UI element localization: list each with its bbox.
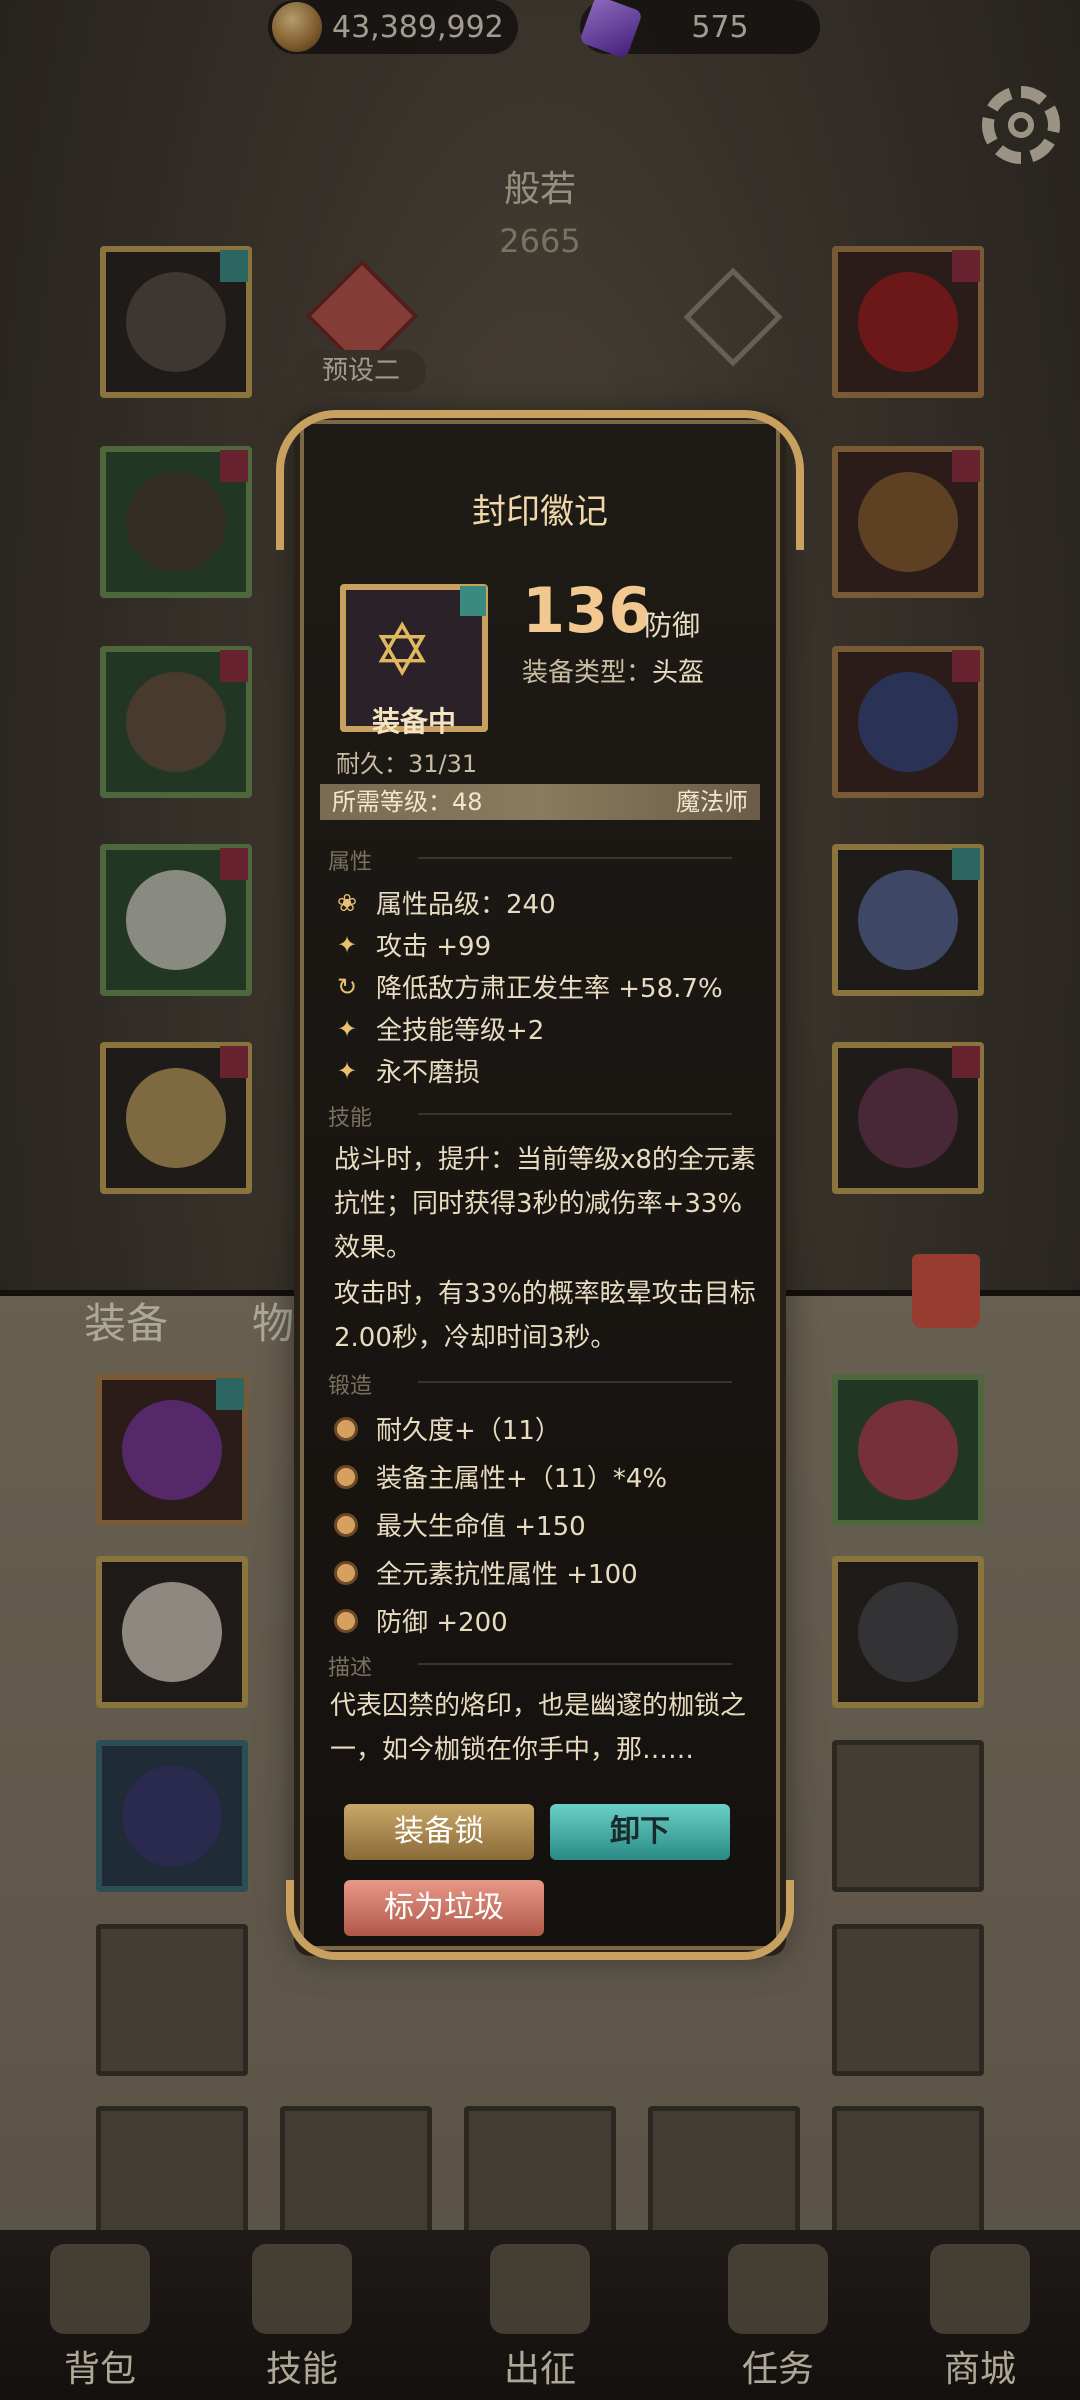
item-title: 封印徽记 [472, 492, 608, 532]
item-main-value-unit: 防御 [644, 609, 701, 642]
bullet-icon [334, 1560, 358, 1585]
required-class: 魔法师 [676, 788, 748, 816]
forge-row: 装备主属性+（11）*4% [334, 1458, 667, 1495]
sparkle-icon: ✦ [336, 1056, 358, 1085]
item-detail-popup: 封印徽记 ✡ 装备中 136 防御 装备类型：头盔 耐久：31/31 所需等级：… [300, 420, 780, 1950]
section-skills: 技能 [328, 1100, 752, 1131]
forge-row: 全元素抗性属性 +100 [334, 1554, 638, 1591]
attribute-row: ✦ 全技能等级+2 [334, 1010, 544, 1047]
skill-description-2: 攻击时，有33%的概率眩晕攻击目标2.00秒，冷却时间3秒。 [334, 1279, 756, 1353]
attribute-row: ✦ 攻击 +99 [334, 926, 491, 963]
bullet-icon [334, 1416, 358, 1441]
hexagram-icon: ✡ [372, 608, 433, 692]
unequip-button[interactable]: 卸下 [550, 1804, 730, 1860]
forge-row: 耐久度+（11） [334, 1410, 561, 1447]
attribute-row: ✦ 永不磨损 [334, 1052, 480, 1089]
item-main-value: 136 [522, 574, 652, 647]
section-description: 描述 [328, 1650, 752, 1681]
sparkle-icon: ✦ [336, 930, 358, 959]
level-badge [460, 586, 486, 616]
item-lore: 代表囚禁的烙印，也是幽邃的枷锁之一，如今枷锁在你手中，那…… [330, 1691, 747, 1765]
lotus-icon: ❀ [336, 888, 358, 917]
section-attributes: 属性 [328, 844, 752, 875]
requirement-bar: 所需等级：48 魔法师 [320, 784, 760, 820]
item-type: 装备类型：头盔 [522, 658, 705, 688]
section-forging: 锻造 [328, 1368, 752, 1399]
forge-row: 防御 +200 [334, 1602, 508, 1639]
bullet-icon [334, 1608, 358, 1633]
attribute-row: ❀ 属性品级：240 [334, 884, 556, 921]
attribute-row: ↻ 降低敌方肃正发生率 +58.7% [334, 968, 723, 1005]
item-durability: 耐久：31/31 [336, 750, 478, 778]
forge-row: 最大生命值 +150 [334, 1506, 586, 1543]
bullet-icon [334, 1464, 358, 1489]
sparkle-icon: ✦ [336, 1014, 358, 1043]
bullet-icon [334, 1512, 358, 1537]
equipped-label: 装备中 [371, 705, 456, 738]
mark-as-trash-button[interactable]: 标为垃圾 [344, 1880, 544, 1936]
required-level: 所需等级：48 [332, 788, 483, 816]
equip-lock-button[interactable]: 装备锁 [344, 1804, 534, 1860]
cycle-icon: ↻ [336, 972, 358, 1001]
skill-description-1: 战斗时，提升：当前等级x8的全元素抗性；同时获得3秒的减伤率+33%效果。 [334, 1145, 756, 1263]
